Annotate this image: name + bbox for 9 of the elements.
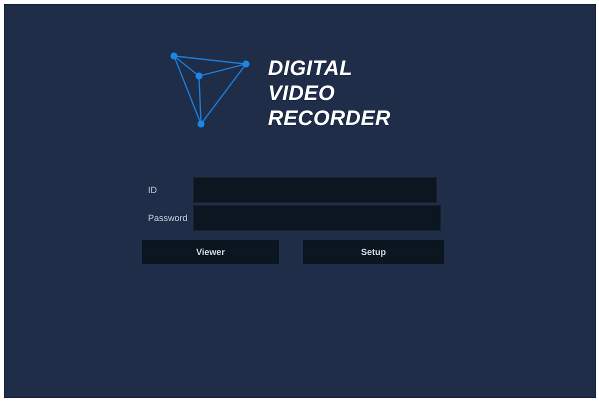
logo-text: RECORDER	[268, 106, 391, 131]
logo-text: VIDEO	[268, 81, 336, 106]
logo-text: DIGITAL	[268, 56, 354, 81]
field-label: ID	[147, 185, 158, 195]
field-label: Password	[147, 213, 189, 223]
login-button[interactable]: Setup	[303, 240, 444, 264]
login-button[interactable]: Viewer	[142, 240, 279, 264]
input-field[interactable]	[193, 205, 441, 231]
input-field[interactable]	[193, 177, 437, 203]
